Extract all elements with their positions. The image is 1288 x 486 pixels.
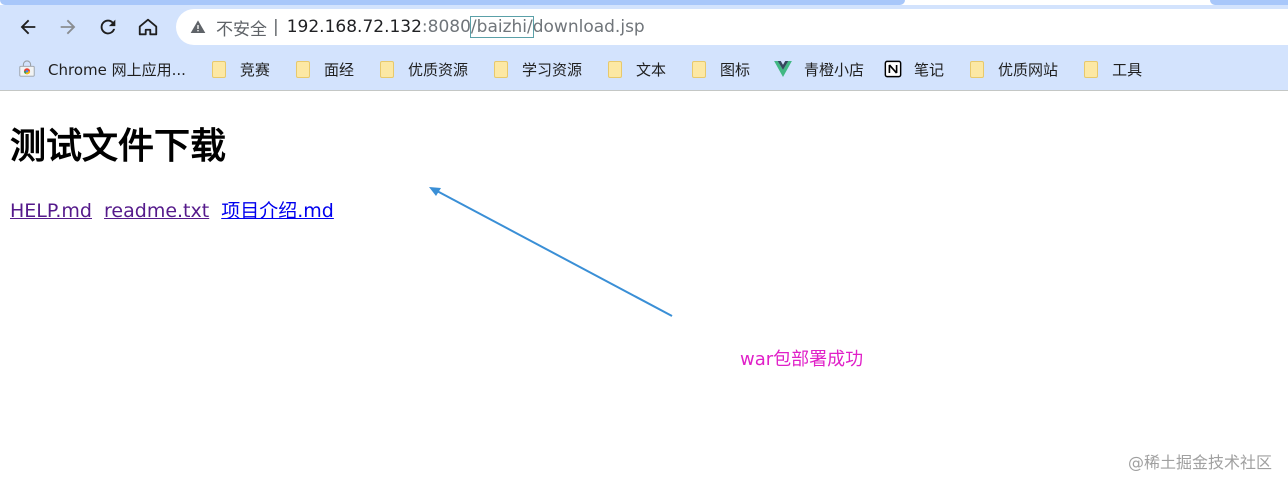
url-highlighted-path: /baizhi/ (469, 16, 534, 38)
download-links: HELP.md readme.txt 项目介绍.md (10, 199, 340, 223)
home-icon (138, 18, 158, 36)
reload-button[interactable] (94, 13, 122, 41)
bookmark-chrome-webstore[interactable]: Chrome 网上应用... (18, 54, 186, 84)
bookmark-label: 优质资源 (407, 60, 468, 79)
download-link-project-intro[interactable]: 项目介绍.md (221, 200, 334, 222)
bookmark-label: 工具 (1112, 60, 1143, 79)
url-rest-path: download.jsp (532, 17, 645, 37)
vue-icon (774, 60, 792, 78)
bookmark-label: 竞赛 (239, 60, 270, 79)
active-tab-edge[interactable] (0, 0, 905, 5)
bookmark-label: 面经 (323, 60, 354, 79)
watermark: @稀土掘金技术社区 (1127, 453, 1272, 472)
bookmark-label: 文本 (635, 60, 666, 79)
inactive-tab-edge[interactable] (1210, 0, 1288, 5)
bookmark-folder-youzhi-ziyuan[interactable]: 优质资源 (378, 54, 468, 84)
bookmark-label: 优质网站 (998, 60, 1059, 79)
security-label[interactable]: 不安全 (216, 15, 267, 40)
browser-toolbar: 不安全 | 192.168.72.132:8080/baizhi/downloa… (0, 0, 1288, 90)
annotation-arrow-head (429, 187, 441, 196)
bookmark-qingcheng-xiaodian[interactable]: 青橙小店 (774, 54, 864, 84)
bookmark-label: 学习资源 (521, 60, 582, 79)
bookmark-biji[interactable]: 笔记 (884, 54, 944, 84)
url-port: :8080 (421, 17, 471, 37)
notion-icon (884, 60, 902, 78)
bookmark-folder-jingsai[interactable]: 竞赛 (210, 54, 270, 84)
bookmark-folder-wenben[interactable]: 文本 (606, 54, 666, 84)
forward-button[interactable] (54, 13, 82, 41)
home-button[interactable] (134, 13, 162, 41)
folder-icon (1082, 60, 1100, 78)
back-arrow-icon (20, 19, 36, 35)
download-link-help[interactable]: HELP.md (10, 200, 92, 222)
folder-icon (492, 60, 510, 78)
folder-icon (210, 60, 228, 78)
forward-arrow-icon (60, 19, 76, 35)
reload-icon (100, 19, 116, 35)
bookmark-folder-mianjing[interactable]: 面经 (294, 54, 354, 84)
bookmark-label: 青橙小店 (804, 60, 865, 79)
download-link-readme[interactable]: readme.txt (104, 200, 209, 222)
bookmark-folder-gongju[interactable]: 工具 (1082, 54, 1142, 84)
url-separator: | (273, 17, 279, 37)
url-host: 192.168.72.132 (286, 17, 422, 37)
annotation-arrow-line (436, 190, 673, 317)
folder-icon (378, 60, 396, 78)
bookmark-label: 图标 (720, 60, 751, 79)
page-title: 测试文件下载 (10, 126, 227, 167)
folder-icon (968, 60, 986, 78)
toolbar-divider (0, 90, 1288, 91)
bookmarks-bar: Chrome 网上应用... 竞赛 面经 优质资源 学习资源 文本 图标 青橙小… (0, 52, 1288, 86)
warning-icon[interactable] (190, 18, 208, 36)
bookmark-label: Chrome 网上应用... (48, 60, 186, 79)
bookmark-folder-youzhi-wangzhan[interactable]: 优质网站 (968, 54, 1058, 84)
tab-strip (0, 0, 1288, 5)
folder-icon (294, 60, 312, 78)
address-bar[interactable]: 不安全 | 192.168.72.132:8080/baizhi/downloa… (176, 9, 1288, 45)
back-button[interactable] (14, 13, 42, 41)
folder-icon (690, 60, 708, 78)
chrome-webstore-icon (18, 60, 36, 78)
folder-icon (606, 60, 624, 78)
bookmark-folder-xuexi-ziyuan[interactable]: 学习资源 (492, 54, 582, 84)
bookmark-label: 笔记 (914, 60, 945, 79)
url-text[interactable]: 192.168.72.132:8080/baizhi/download.jsp (286, 16, 645, 38)
bookmark-folder-tubiao[interactable]: 图标 (690, 54, 750, 84)
annotation-text: war包部署成功 (740, 349, 864, 370)
